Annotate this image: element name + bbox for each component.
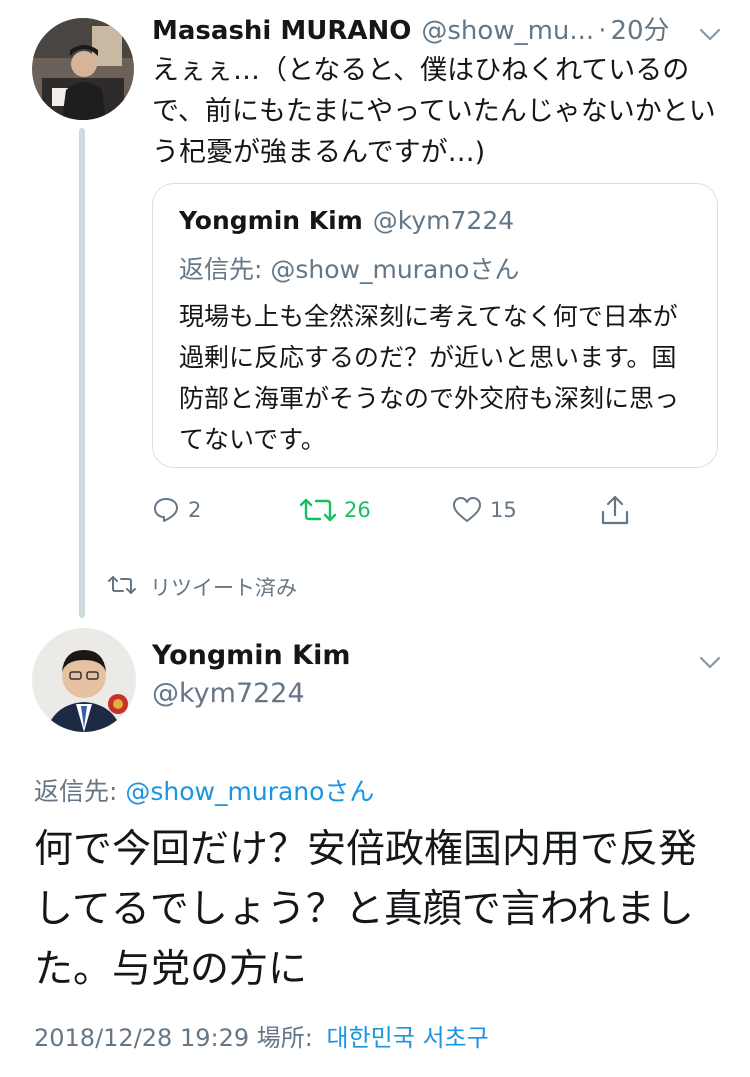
like-button[interactable]: 15 — [452, 488, 517, 532]
quoted-tweet-header: Yongmin Kim @kym7224 — [179, 206, 514, 235]
tweet1-text: えぇぇ…（となると、僕はひねくれているので、前にもたまにやっていたんじゃないかと… — [152, 55, 716, 168]
yongmin-avatar[interactable] — [32, 628, 136, 732]
reply-to-mention-link[interactable]: @show_muranoさん — [125, 777, 374, 806]
quoted-tweet-text: 現場も上も全然深刻に考えてなく何で日本が過剰に反応するのだ？が近いと思います。国… — [179, 302, 680, 454]
retweet-icon — [300, 496, 344, 524]
tweet1-handle[interactable]: @show_mu... — [421, 16, 594, 46]
tweet2-timestamp[interactable]: 2018/12/28 19:29 — [34, 1024, 249, 1052]
reply-icon — [152, 496, 188, 524]
reply-to-prefix: 返信先: — [34, 777, 126, 806]
masashi-avatar[interactable] — [32, 18, 134, 120]
tweet2-handle[interactable]: @kym7224 — [152, 678, 305, 709]
retweeted-label: リツイート済み — [150, 576, 297, 600]
share-button[interactable] — [600, 488, 638, 532]
share-icon — [600, 494, 638, 526]
tweet2-chevron-down-icon[interactable] — [698, 650, 722, 674]
place-link[interactable]: 대한민국 서초구 — [327, 1024, 489, 1052]
like-icon — [452, 496, 490, 524]
reply-count: 2 — [188, 498, 202, 522]
retweet-small-icon — [108, 574, 150, 601]
tweet1-action-bar: 2 26 15 — [152, 488, 652, 532]
reply-button[interactable]: 2 — [152, 488, 201, 532]
retweet-button[interactable]: 26 — [300, 488, 371, 532]
like-count: 15 — [490, 498, 517, 522]
tweet2-text: 何で今回だけ？安倍政権国内用で反発してるでしょう？と真顔で言われました。与党の方… — [34, 827, 698, 992]
quoted-handle: @kym7224 — [372, 206, 515, 235]
quoted-tweet-card[interactable]: Yongmin Kim @kym7224 返信先: @show_muranoさん… — [152, 183, 718, 468]
tweet2-author-name[interactable]: Yongmin Kim — [152, 640, 351, 671]
tweet1-header: Masashi MURANO @show_mu... · 20分 — [152, 10, 732, 52]
tweet2-reply-to: 返信先: @show_muranoさん — [34, 772, 374, 808]
quoted-reply-to: 返信先: @show_muranoさん — [179, 255, 520, 284]
tweet1-author-name[interactable]: Masashi MURANO — [152, 16, 411, 46]
tweet1-time[interactable]: 20分 — [610, 10, 669, 47]
retweeted-indicator: リツイート済み — [108, 572, 297, 602]
retweet-count: 26 — [344, 498, 371, 522]
tweet2-meta: 2018/12/28 19:29 場所: 대한민국 서초구 — [34, 1018, 489, 1053]
tweet1-separator: · — [598, 16, 607, 46]
tweet1-chevron-down-icon[interactable] — [698, 22, 722, 46]
thread-connector-line — [79, 128, 85, 618]
quoted-author-name: Yongmin Kim — [179, 206, 363, 235]
place-label: 場所: — [256, 1024, 313, 1052]
tweet-thread: Masashi MURANO @show_mu... · 20分 えぇぇ…（とな… — [0, 0, 750, 1077]
